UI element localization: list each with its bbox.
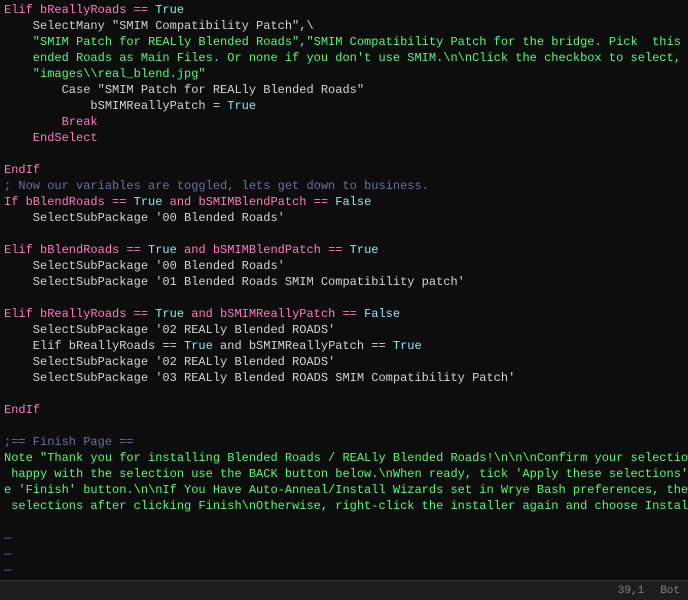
code-line: — bbox=[0, 562, 688, 578]
code-line: bSMIMReallyPatch = True bbox=[0, 98, 688, 114]
code-line: Break bbox=[0, 114, 688, 130]
code-line: ;== Finish Page == bbox=[0, 434, 688, 450]
cursor-position: 39,1 bbox=[618, 585, 644, 597]
code-line bbox=[0, 146, 688, 162]
code-line: Elif bReallyRoads == True and bSMIMReall… bbox=[0, 338, 688, 354]
code-line: selections after clicking Finish\nOtherw… bbox=[0, 498, 688, 514]
code-line bbox=[0, 290, 688, 306]
code-line: ended Roads as Main Files. Or none if yo… bbox=[0, 50, 688, 66]
code-line bbox=[0, 386, 688, 402]
editor-container: Elif bReallyRoads == True SelectMany "SM… bbox=[0, 0, 688, 600]
code-line: SelectSubPackage '02 REALly Blended ROAD… bbox=[0, 322, 688, 338]
code-line: EndIf bbox=[0, 402, 688, 418]
code-line: Note "Thank you for installing Blended R… bbox=[0, 450, 688, 466]
code-area[interactable]: Elif bReallyRoads == True SelectMany "SM… bbox=[0, 0, 688, 580]
code-line: EndSelect bbox=[0, 130, 688, 146]
code-line: — bbox=[0, 546, 688, 562]
code-line bbox=[0, 418, 688, 434]
code-line: Case "SMIM Patch for REALly Blended Road… bbox=[0, 82, 688, 98]
code-line: Elif bBlendRoads == True and bSMIMBlendP… bbox=[0, 242, 688, 258]
code-line bbox=[0, 514, 688, 530]
code-line: If bBlendRoads == True and bSMIMBlendPat… bbox=[0, 194, 688, 210]
code-line: Elif bReallyRoads == True bbox=[0, 2, 688, 18]
code-line: "images\\real_blend.jpg" bbox=[0, 66, 688, 82]
code-line: SelectSubPackage '00 Blended Roads' bbox=[0, 258, 688, 274]
code-line: ; Now our variables are toggled, lets ge… bbox=[0, 178, 688, 194]
code-line: happy with the selection use the BACK bu… bbox=[0, 466, 688, 482]
code-line: EndIf bbox=[0, 162, 688, 178]
editor-mode: Bot bbox=[660, 585, 680, 597]
status-bar: 39,1 Bot bbox=[0, 580, 688, 600]
code-line bbox=[0, 226, 688, 242]
code-line: e 'Finish' button.\n\nIf You Have Auto-A… bbox=[0, 482, 688, 498]
code-line: SelectMany "SMIM Compatibility Patch",\ bbox=[0, 18, 688, 34]
code-line: — bbox=[0, 530, 688, 546]
code-line: SelectSubPackage '03 REALly Blended ROAD… bbox=[0, 370, 688, 386]
code-line: Elif bReallyRoads == True and bSMIMReall… bbox=[0, 306, 688, 322]
code-line: SelectSubPackage '00 Blended Roads' bbox=[0, 210, 688, 226]
code-line: SelectSubPackage '02 REALly Blended ROAD… bbox=[0, 354, 688, 370]
code-line: SelectSubPackage '01 Blended Roads SMIM … bbox=[0, 274, 688, 290]
code-line: "SMIM Patch for REALly Blended Roads","S… bbox=[0, 34, 688, 50]
